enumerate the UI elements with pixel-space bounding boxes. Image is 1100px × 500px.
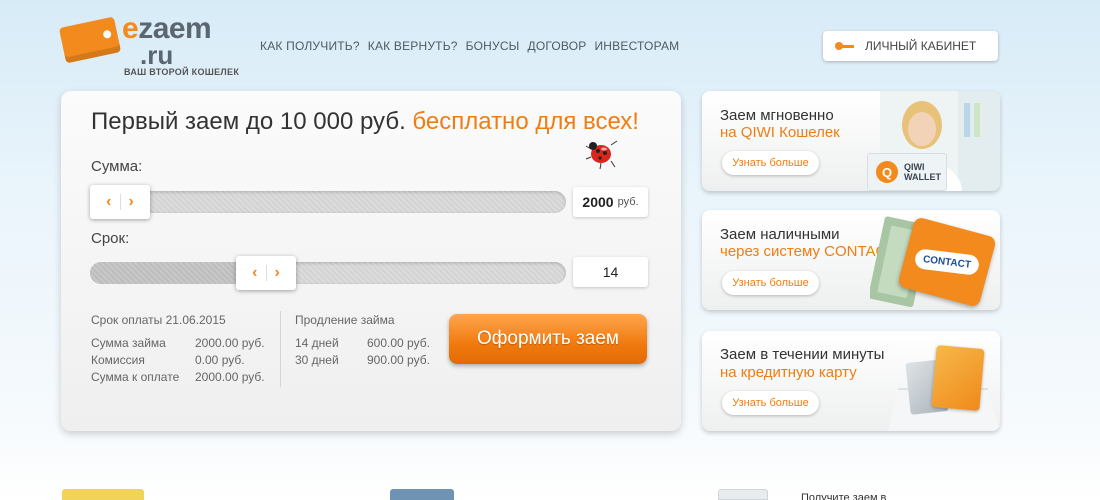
learn-more-button[interactable]: Узнать больше bbox=[722, 271, 819, 295]
learn-more-button[interactable]: Узнать больше bbox=[722, 151, 819, 175]
bottom-document-icon bbox=[718, 489, 768, 500]
chevron-left-icon: ‹ bbox=[106, 193, 112, 210]
personal-cabinet-button[interactable]: ЛИЧНЫЙ КАБИНЕТ bbox=[823, 31, 998, 61]
chevron-right-icon: › bbox=[274, 264, 280, 281]
promo-title: Заем мгновенно bbox=[720, 107, 834, 124]
amount-slider[interactable]: ‹ › bbox=[90, 185, 566, 219]
promo-subtitle: на QIWI Кошелек bbox=[720, 124, 840, 141]
summary-row: Сумма займа 2000.00 руб. bbox=[91, 336, 265, 350]
chevron-right-icon: › bbox=[128, 193, 134, 210]
qiwi-wallet-badge: Q QIWI WALLET bbox=[867, 153, 947, 191]
summary-row: Комиссия 0.00 руб. bbox=[91, 353, 245, 367]
logo-brand: ezaem bbox=[122, 12, 212, 45]
nav-how-to-return[interactable]: КАК ВЕРНУТЬ? bbox=[368, 39, 458, 53]
bottom-wallet-icon bbox=[62, 489, 144, 500]
calculator-headline: Первый заем до 10 000 руб. бесплатно для… bbox=[91, 108, 639, 135]
extension-row: 14 дней 600.00 руб. bbox=[295, 336, 430, 350]
contact-logo-text: CONTACT bbox=[914, 248, 980, 276]
term-slider-handle[interactable]: ‹ › bbox=[236, 256, 296, 290]
learn-more-button[interactable]: Узнать больше bbox=[722, 391, 819, 415]
term-value-field[interactable]: 14 bbox=[573, 257, 648, 287]
site-logo[interactable]: ezaem .ru ВАШ ВТОРОЙ КОШЕЛЕК bbox=[58, 12, 240, 80]
term-slider[interactable]: ‹ › bbox=[90, 256, 566, 290]
amount-unit: руб. bbox=[617, 196, 639, 208]
promo-contact[interactable]: Заем наличными через систему CONTACT Узн… bbox=[702, 210, 1000, 310]
apply-loan-button[interactable]: Оформить заем bbox=[449, 314, 647, 364]
credit-card-icon bbox=[931, 345, 985, 411]
promo-credit-card[interactable]: Заем в течении минуты на кредитную карту… bbox=[702, 331, 1000, 431]
promo-title: Заем наличными bbox=[720, 226, 840, 243]
qiwi-logo-icon: Q bbox=[876, 161, 898, 183]
wallet-logo-icon bbox=[58, 16, 122, 64]
extension-label: Продление займа bbox=[295, 313, 395, 327]
logo-tagline: ВАШ ВТОРОЙ КОШЕЛЕК bbox=[124, 67, 240, 77]
nav-bonuses[interactable]: БОНУСЫ bbox=[466, 39, 520, 53]
amount-label: Сумма: bbox=[91, 158, 143, 175]
nav-investors[interactable]: ИНВЕСТОРАМ bbox=[594, 39, 679, 53]
promo-qiwi[interactable]: Заем мгновенно на QIWI Кошелек Узнать бо… bbox=[702, 91, 1000, 191]
amount-value-field[interactable]: 2000 руб. bbox=[573, 187, 648, 217]
loan-calculator: Первый заем до 10 000 руб. бесплатно для… bbox=[61, 91, 681, 431]
nav-contract[interactable]: ДОГОВОР bbox=[528, 39, 587, 53]
due-date: Срок оплаты 21.06.2015 bbox=[91, 313, 226, 327]
ladybug-icon bbox=[585, 140, 618, 170]
loan-summary: Сумма займа 2000.00 руб. Комиссия 0.00 руб… bbox=[91, 335, 265, 386]
key-icon bbox=[835, 41, 855, 51]
extension-table: 14 дней 600.00 руб. 30 дней 900.00 руб. bbox=[295, 335, 430, 369]
cabinet-label: ЛИЧНЫЙ КАБИНЕТ bbox=[865, 39, 977, 53]
summary-row: Сумма к оплате 2000.00 руб. bbox=[91, 370, 265, 384]
extension-row: 30 дней 900.00 руб. bbox=[295, 353, 430, 367]
info-divider bbox=[280, 311, 281, 387]
promo-subtitle: на кредитную карту bbox=[720, 364, 857, 381]
bottom-step-text: Получите заем в bbox=[801, 492, 887, 500]
term-label: Срок: bbox=[91, 230, 130, 247]
qiwi-wallet-text: QIWI WALLET bbox=[904, 162, 941, 182]
main-nav: КАК ПОЛУЧИТЬ? КАК ВЕРНУТЬ? БОНУСЫ ДОГОВО… bbox=[260, 39, 679, 53]
amount-value: 2000 bbox=[582, 194, 614, 210]
chevron-left-icon: ‹ bbox=[252, 264, 258, 281]
promo-title: Заем в течении минуты bbox=[720, 346, 885, 363]
bottom-laptop-icon bbox=[390, 489, 454, 500]
term-value: 14 bbox=[602, 264, 619, 280]
amount-slider-handle[interactable]: ‹ › bbox=[90, 185, 150, 219]
nav-how-to-get[interactable]: КАК ПОЛУЧИТЬ? bbox=[260, 39, 360, 53]
